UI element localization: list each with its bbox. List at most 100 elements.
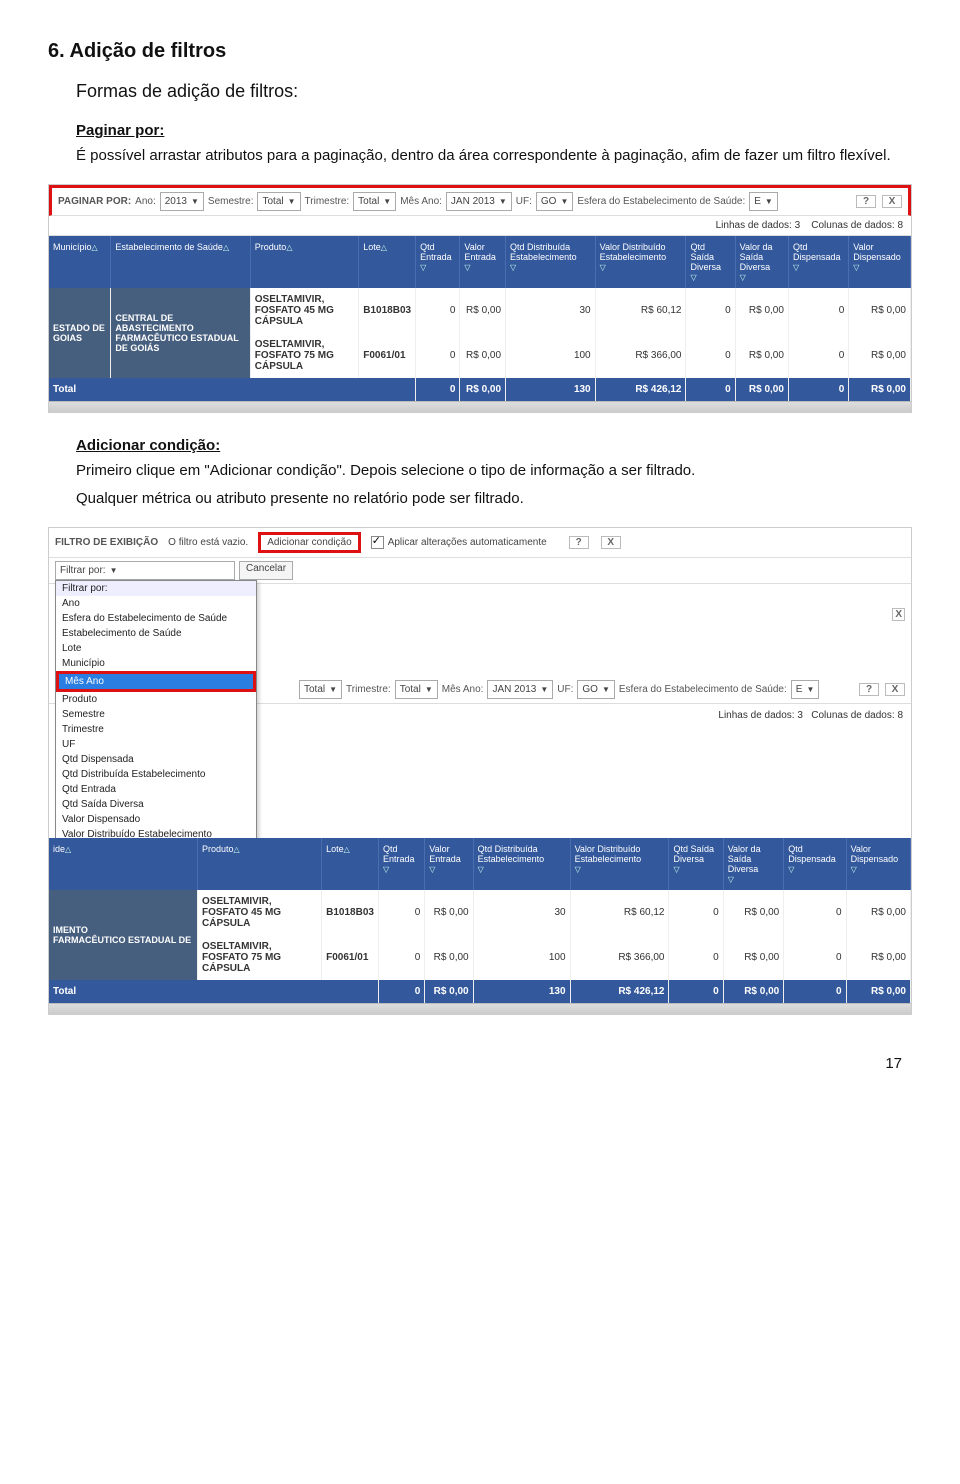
dropdown-item[interactable]: UF — [56, 737, 256, 752]
semestre-label: Semestre: — [208, 196, 254, 207]
cell-lote: B1018B03 — [322, 890, 379, 935]
auto-apply-checkbox[interactable]: Aplicar alterações automaticamente — [371, 536, 547, 549]
close-icon[interactable]: X — [882, 195, 902, 208]
col-qtd-saida[interactable]: Qtd Saída Diversa▽ — [686, 236, 735, 288]
col-valor-saida-2[interactable]: Valor da Saída Diversa▽ — [723, 838, 784, 890]
add-condition-button[interactable]: Adicionar condição — [258, 532, 361, 553]
cell-ve: R$ 0,00 — [425, 935, 473, 980]
ano-select[interactable]: 2013▼ — [160, 192, 204, 211]
col-valor-disp[interactable]: Valor Dispensado▽ — [849, 236, 911, 288]
dropdown-item[interactable]: Ano — [56, 596, 256, 611]
col-qtd-disp-2[interactable]: Qtd Dispensada▽ — [784, 838, 846, 890]
cell-lote: F0061/01 — [359, 333, 416, 378]
close-icon[interactable]: X — [890, 608, 905, 620]
uf-label-2: UF: — [557, 684, 573, 695]
dropdown-item[interactable]: Município — [56, 656, 256, 671]
total-vd: R$ 426,12 — [570, 980, 669, 1003]
dropdown-item[interactable]: Qtd Dispensada — [56, 752, 256, 767]
behind-farm: FARMACÊUTICO ESTADUAL DE — [53, 935, 191, 945]
mesano-select-2[interactable]: JAN 2013▼ — [487, 680, 553, 699]
uf-select-2[interactable]: GO▼ — [577, 680, 614, 699]
dropdown-item[interactable]: Lote — [56, 641, 256, 656]
dropdown-item[interactable]: Qtd Saída Diversa — [56, 797, 256, 812]
esfera-select-2[interactable]: E▼ — [791, 680, 820, 699]
dropdown-item[interactable]: Produto — [56, 692, 256, 707]
semestre-select-2[interactable]: Total▼ — [299, 680, 342, 699]
col-lote[interactable]: Lote△ — [359, 236, 416, 288]
data-grid-2: ide△ Produto△ Lote△ Qtd Entrada▽ Valor E… — [49, 838, 911, 1003]
help-icon[interactable]: ? — [856, 195, 876, 208]
dropdown-item[interactable]: Estabelecimento de Saúde — [56, 626, 256, 641]
col-lote-2[interactable]: Lote△ — [322, 838, 379, 890]
behind-imento: IMENTO — [53, 925, 88, 935]
cell-vp: R$ 0,00 — [849, 333, 911, 378]
total-qp: 0 — [784, 980, 846, 1003]
total-ve: R$ 0,00 — [460, 378, 506, 401]
col-valor-saida[interactable]: Valor da Saída Diversa▽ — [735, 236, 788, 288]
close-icon[interactable]: X — [601, 536, 621, 549]
col-municipio[interactable]: Município△ — [49, 236, 111, 288]
col-valor-dist[interactable]: Valor Distribuído Estabelecimento▽ — [595, 236, 686, 288]
col-valor-dist-2[interactable]: Valor Distribuído Estabelecimento▽ — [570, 838, 669, 890]
col-valor-disp-2[interactable]: Valor Dispensado▽ — [846, 838, 910, 890]
col-qtd-dist-2[interactable]: Qtd Distribuída Estabelecimento▽ — [473, 838, 570, 890]
total-label: Total — [49, 378, 416, 401]
dropdown-item[interactable]: Trimestre — [56, 722, 256, 737]
trimestre-value-2: Total — [400, 684, 421, 695]
caret-icon: ▼ — [383, 197, 391, 206]
col-qtd-disp[interactable]: Qtd Dispensada▽ — [788, 236, 848, 288]
trimestre-select-2[interactable]: Total▼ — [395, 680, 438, 699]
col-valor-entrada[interactable]: Valor Entrada▽ — [460, 236, 506, 288]
scrollbar-2[interactable] — [49, 1003, 911, 1014]
cell-qp: 0 — [788, 333, 848, 378]
dropdown-item[interactable]: Filtrar por: — [56, 581, 256, 596]
col-qtd-entrada[interactable]: Qtd Entrada▽ — [416, 236, 460, 288]
caret-icon: ▼ — [765, 197, 773, 206]
stats-bar: Linhas de dados: 3 Colunas de dados: 8 — [49, 216, 911, 236]
col-produto-2[interactable]: Produto△ — [198, 838, 322, 890]
scrollbar[interactable] — [49, 401, 911, 412]
paginar-bar: PAGINAR POR: Ano: 2013▼ Semestre: Total▼… — [49, 185, 911, 216]
dropdown-item[interactable]: Valor Distribuído Estabelecimento — [56, 827, 256, 838]
dropdown-item[interactable]: Qtd Distribuída Estabelecimento — [56, 767, 256, 782]
cell-ve: R$ 0,00 — [460, 288, 506, 333]
col-valor-entrada-2[interactable]: Valor Entrada▽ — [425, 838, 473, 890]
data-grid-1: Município△ Estabelecimento de Saúde△ Pro… — [49, 236, 911, 401]
esfera-select[interactable]: E▼ — [749, 192, 778, 211]
total-qd: 130 — [506, 378, 596, 401]
dropdown-item[interactable]: Qtd Entrada — [56, 782, 256, 797]
cancelar-button[interactable]: Cancelar — [239, 561, 293, 580]
help-icon[interactable]: ? — [859, 683, 879, 696]
dropdown-item[interactable]: Semestre — [56, 707, 256, 722]
uf-select[interactable]: GO▼ — [536, 192, 573, 211]
cols-value: 8 — [897, 220, 903, 231]
mesano-value-2: JAN 2013 — [492, 684, 536, 695]
help-icon[interactable]: ? — [569, 536, 589, 549]
adicionar-text1: Primeiro clique em "Adicionar condição".… — [76, 460, 912, 483]
dropdown-list[interactable]: Filtrar por:AnoEsfera do Estabelecimento… — [55, 580, 257, 838]
filtrar-por-select[interactable]: Filtrar por: ▼ — [55, 561, 235, 580]
mesano-label: Mês Ano: — [400, 196, 442, 207]
semestre-select[interactable]: Total▼ — [257, 192, 300, 211]
mesano-select[interactable]: JAN 2013▼ — [446, 192, 512, 211]
trimestre-select[interactable]: Total▼ — [353, 192, 396, 211]
total-row-2: Total 0 R$ 0,00 130 R$ 426,12 0 R$ 0,00 … — [49, 980, 911, 1003]
col-produto[interactable]: Produto△ — [250, 236, 358, 288]
total-qe: 0 — [416, 378, 460, 401]
cols-label-2: Colunas de dados: — [811, 710, 894, 721]
col-estab[interactable]: Estabelecimento de Saúde△ — [111, 236, 250, 288]
close-icon[interactable]: X — [885, 683, 905, 696]
screenshot-2: FILTRO DE EXIBIÇÃO O filtro está vazio. … — [48, 527, 912, 1015]
esfera-value: E — [754, 196, 761, 207]
col-estab-partial[interactable]: ide△ — [49, 838, 198, 890]
linhas-label-2: Linhas de dados: — [718, 710, 794, 721]
col-qtd-saida-2[interactable]: Qtd Saída Diversa▽ — [669, 838, 723, 890]
col-qtd-dist[interactable]: Qtd Distribuída Estabelecimento▽ — [506, 236, 596, 288]
dropdown-item[interactable]: Esfera do Estabelecimento de Saúde — [56, 611, 256, 626]
col-qtd-entrada-2[interactable]: Qtd Entrada▽ — [378, 838, 424, 890]
dropdown-item[interactable]: Valor Dispensado — [56, 812, 256, 827]
total-qs: 0 — [669, 980, 723, 1003]
cell-qd: 100 — [473, 935, 570, 980]
dropdown-item[interactable]: Mês Ano — [56, 671, 256, 692]
cell-qe: 0 — [378, 935, 424, 980]
